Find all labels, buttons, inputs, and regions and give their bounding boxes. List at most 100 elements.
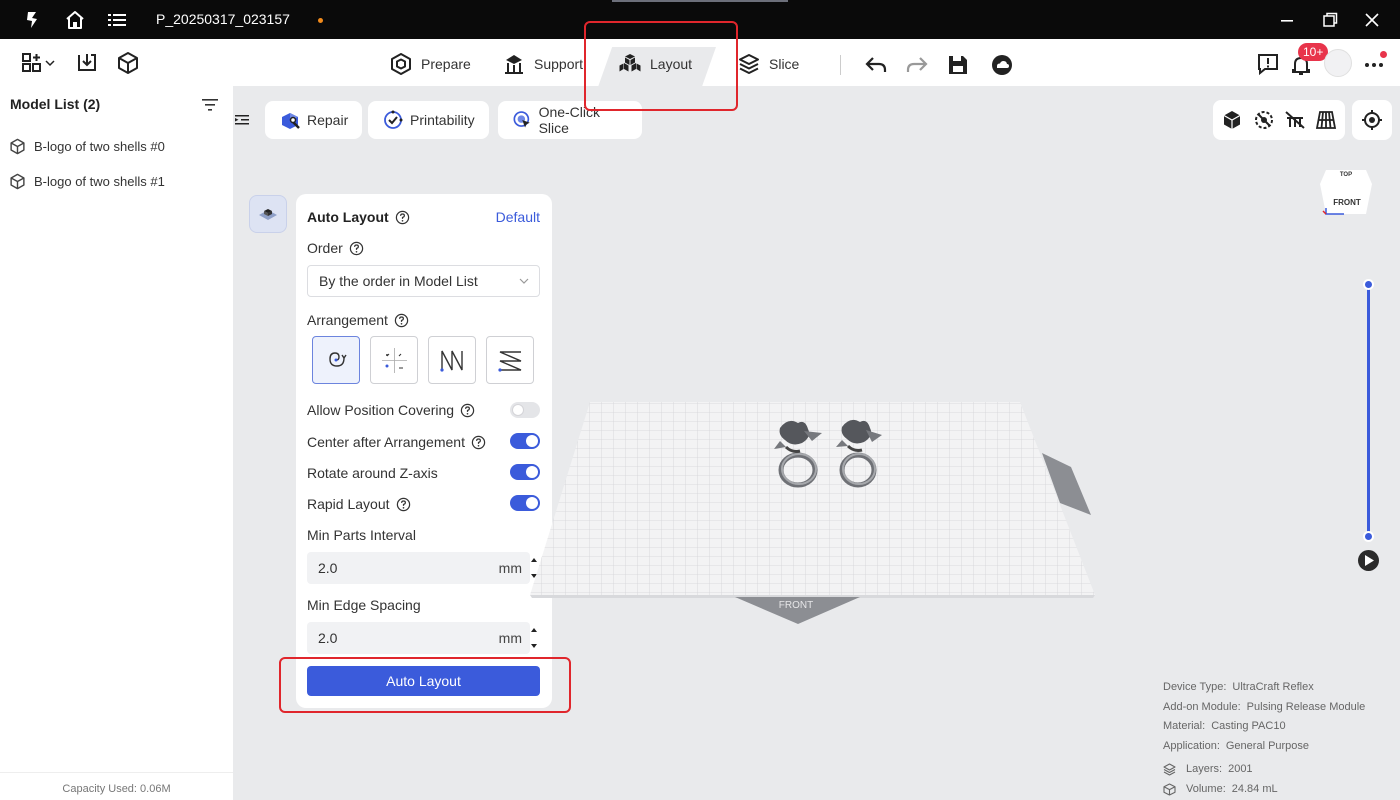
info-label: Application: [1163, 739, 1220, 752]
help-icon[interactable] [460, 403, 475, 418]
app-logo-icon [27, 12, 37, 28]
avatar[interactable] [1324, 49, 1352, 77]
tab-support[interactable]: Support [502, 49, 583, 79]
grid-arrangement-icon [382, 348, 407, 373]
layout-tab-highlight [584, 21, 738, 111]
min-edge-spacing-text: Min Edge Spacing [307, 597, 421, 613]
min-edge-spacing-label: Min Edge Spacing [307, 597, 421, 613]
default-link[interactable]: Default [496, 209, 540, 225]
min-edge-spacing-input[interactable]: 2.0 mm [307, 622, 530, 654]
arrangement-grid[interactable] [370, 336, 418, 384]
application-row: Application: General Purpose [1163, 737, 1365, 757]
restore-icon[interactable] [1320, 10, 1340, 30]
model-list-sidebar: Model List (2) B-logo of two shells #0 B… [0, 86, 233, 800]
layer-slider-track[interactable] [1367, 284, 1370, 536]
save-icon[interactable] [946, 53, 970, 77]
zigzag-horizontal-icon [498, 351, 522, 372]
help-icon[interactable] [471, 435, 486, 450]
play-button[interactable] [1358, 550, 1379, 571]
allow-position-covering-text: Allow Position Covering [307, 402, 455, 418]
material-row: Material: Casting PAC10 [1163, 717, 1365, 737]
min-parts-interval-value: 2.0 [318, 560, 338, 576]
arrangement-zigzag-vertical[interactable] [428, 336, 476, 384]
menu-list-icon[interactable] [106, 9, 128, 31]
home-icon[interactable] [64, 9, 86, 31]
layer-slider-top-handle[interactable] [1363, 278, 1374, 290]
locate-button[interactable] [1352, 100, 1392, 140]
view-cube[interactable]: TOP FRONT [1318, 164, 1374, 220]
print-info: Device Type: UltraCraft Reflex Add-on Mod… [1163, 678, 1365, 799]
info-label: Material: [1163, 720, 1206, 732]
build-platform[interactable]: FRONT [530, 395, 1110, 635]
auto-layout-button-highlight [279, 657, 571, 713]
center-after-arrangement-label: Center after Arrangement [307, 434, 486, 450]
info-label: Add-on Module: [1163, 700, 1241, 713]
feedback-icon[interactable] [1256, 52, 1280, 76]
target-icon [1362, 110, 1382, 130]
hide-support-icon[interactable] [1284, 109, 1306, 131]
help-icon[interactable] [394, 313, 409, 328]
toggle-knob [512, 404, 524, 416]
model-list-title: Model List (2) [10, 96, 101, 112]
center-after-arrangement-text: Center after Arrangement [307, 434, 465, 450]
undo-icon[interactable] [864, 53, 888, 77]
cloud-icon[interactable] [990, 53, 1014, 77]
import-icon[interactable] [75, 51, 99, 75]
minimize-icon[interactable] [1277, 10, 1297, 30]
prepare-icon [391, 53, 411, 75]
info-label: Volume: [1186, 782, 1226, 795]
help-icon[interactable] [396, 497, 411, 512]
redo-icon[interactable] [905, 53, 929, 77]
one-click-slice-icon [513, 111, 530, 128]
layers-icon [1163, 763, 1176, 776]
rotate-z-label: Rotate around Z-axis [307, 465, 438, 481]
min-parts-interval-input[interactable]: 2.0 mm [307, 552, 530, 584]
min-edge-spacing-value: 2.0 [318, 630, 338, 646]
tab-slice[interactable]: Slice [737, 49, 799, 79]
spiral-arrangement-icon [329, 352, 347, 367]
info-label: Device Type: [1163, 681, 1227, 693]
printability-button[interactable]: Printability [368, 101, 489, 139]
chevron-down-icon[interactable] [44, 57, 56, 69]
more-alert-dot [1380, 51, 1387, 58]
repair-label: Repair [307, 112, 349, 128]
rapid-layout-text: Rapid Layout [307, 496, 390, 512]
add-module-icon[interactable] [21, 52, 45, 76]
allow-position-covering-label: Allow Position Covering [307, 402, 475, 418]
order-select[interactable]: By the order in Model List [307, 265, 540, 297]
collapse-sidebar-icon[interactable] [234, 112, 250, 128]
chevron-down-icon [519, 278, 529, 284]
solid-view-icon[interactable] [1221, 109, 1243, 131]
order-select-value: By the order in Model List [319, 273, 478, 289]
layer-slider-bottom-handle[interactable] [1363, 530, 1374, 542]
model-list-item[interactable]: B-logo of two shells #0 [9, 135, 165, 157]
min-parts-interval-label: Min Parts Interval [307, 527, 416, 543]
slice-icon [739, 54, 759, 74]
capacity-divider [0, 772, 233, 773]
tab-prepare[interactable]: Prepare [389, 49, 471, 79]
front-label: FRONT [779, 600, 813, 611]
info-value: 24.84 mL [1231, 782, 1278, 795]
help-icon[interactable] [349, 241, 364, 256]
help-icon[interactable] [395, 210, 410, 225]
auto-layout-header: Auto Layout [307, 209, 410, 225]
capacity-used: Capacity Used: 0.06M [62, 783, 171, 795]
unit-label: mm [498, 630, 522, 646]
auto-layout-tool-button[interactable] [249, 195, 287, 233]
cube-top-label: TOP [1340, 172, 1352, 178]
model-list-item[interactable]: B-logo of two shells #1 [9, 170, 165, 192]
model-name: B-logo of two shells #0 [34, 138, 165, 154]
platform-grid-icon[interactable] [1315, 109, 1337, 131]
shell-view-icon[interactable] [1253, 109, 1275, 131]
window-notch [612, 0, 788, 2]
toolbar-separator [840, 55, 841, 75]
arrangement-spiral[interactable] [312, 336, 360, 384]
filter-icon[interactable] [201, 96, 219, 114]
arrangement-zigzag-horizontal[interactable] [486, 336, 534, 384]
repair-button[interactable]: Repair [265, 101, 363, 139]
model-cube-icon [10, 173, 25, 189]
model-cube-icon[interactable] [116, 51, 140, 75]
close-icon[interactable] [1362, 10, 1382, 30]
tab-support-label: Support [534, 56, 584, 72]
model-name: B-logo of two shells #1 [34, 173, 165, 189]
